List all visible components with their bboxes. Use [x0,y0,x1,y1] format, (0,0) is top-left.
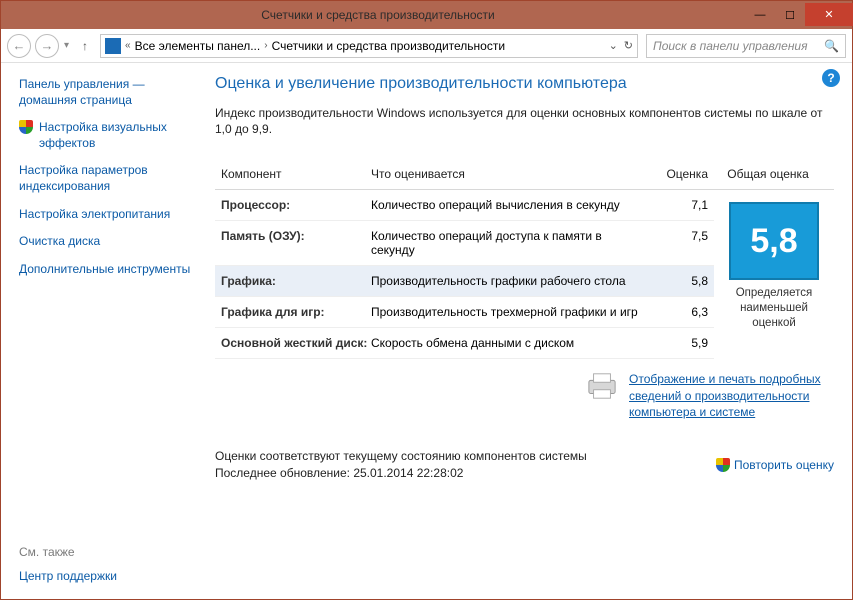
history-dropdown-icon[interactable]: ▾ [64,40,69,51]
address-bar[interactable]: « Все элементы панел... › Счетчики и сре… [100,34,638,58]
minimize-button[interactable]: — [745,4,775,26]
breadcrumb-item[interactable]: Все элементы панел... [135,39,261,53]
printer-icon [583,371,621,401]
window-controls: — ☐ ✕ [745,4,852,26]
sidebar-item-advanced-tools[interactable]: Дополнительные инструменты [19,262,201,278]
sidebar-item-visual-effects[interactable]: Настройка визуальных эффектов [19,120,201,151]
sidebar-item-indexing[interactable]: Настройка параметров индексирования [19,163,201,194]
control-panel-icon [105,38,121,54]
sidebar-item-disk-cleanup[interactable]: Очистка диска [19,234,201,250]
titlebar[interactable]: Счетчики и средства производительности —… [1,1,852,29]
shield-icon [19,120,33,134]
chevron-right-icon[interactable]: › [264,40,267,51]
table-row: Память (ОЗУ): Количество операций доступ… [215,221,714,266]
footer-row: Оценки соответствуют текущему состоянию … [215,448,834,482]
breadcrumb-item[interactable]: Счетчики и средства производительности [272,39,505,53]
sidebar-item-support[interactable]: Центр поддержки [19,569,201,585]
base-score-value: 5,8 [729,202,819,280]
print-details-link[interactable]: Отображение и печать подробных сведений … [629,371,834,420]
main-content: ? Оценка и увеличение производительности… [211,63,852,599]
search-placeholder: Поиск в панели управления [653,39,808,53]
refresh-button[interactable]: ↻ [624,39,633,52]
help-icon[interactable]: ? [822,69,840,87]
search-input[interactable]: Поиск в панели управления 🔍 [646,34,846,58]
window-title: Счетчики и средства производительности [11,8,745,22]
navbar: ← → ▾ ↑ « Все элементы панел... › Счетчи… [1,29,852,63]
see-also-label: См. также [19,545,201,559]
th-score: Оценка [653,167,708,181]
maximize-button[interactable]: ☐ [775,4,805,26]
back-button[interactable]: ← [7,34,31,58]
table-row: Процессор: Количество операций вычислени… [215,190,714,221]
th-component: Компонент [221,167,371,181]
th-what: Что оценивается [371,167,653,181]
sidebar-item-power[interactable]: Настройка электропитания [19,207,201,223]
up-button[interactable]: ↑ [76,37,94,55]
page-heading: Оценка и увеличение производительности к… [215,75,834,93]
content-body: Панель управления — домашняя страница На… [1,63,852,599]
table-row-lowest: Графика: Производительность графики рабо… [215,266,714,297]
footer-status: Оценки соответствуют текущему состоянию … [215,448,587,482]
sidebar-home-link[interactable]: Панель управления — домашняя страница [19,77,201,108]
close-button[interactable]: ✕ [805,3,853,26]
search-icon: 🔍 [824,39,839,53]
chevron-right-icon[interactable]: « [125,40,131,51]
base-score-panel: 5,8 Определяется наименьшей оценкой [714,190,834,359]
sidebar: Панель управления — домашняя страница На… [1,63,211,599]
base-score-caption: Определяется наименьшей оценкой [718,286,830,331]
window: Счетчики и средства производительности —… [0,0,853,600]
table-row: Графика для игр: Производительность трех… [215,297,714,328]
table-row: Основной жесткий диск: Скорость обмена д… [215,328,714,359]
th-base: Общая оценка [708,167,828,181]
page-description: Индекс производительности Windows исполь… [215,105,834,137]
forward-button[interactable]: → [35,34,59,58]
table-header: Компонент Что оценивается Оценка Общая о… [215,159,834,190]
shield-icon [716,458,730,472]
repeat-assessment-link[interactable]: Повторить оценку [716,458,834,472]
print-details-row: Отображение и печать подробных сведений … [215,371,834,420]
address-dropdown-icon[interactable]: ⌄ [609,39,618,52]
score-table: Компонент Что оценивается Оценка Общая о… [215,159,834,359]
